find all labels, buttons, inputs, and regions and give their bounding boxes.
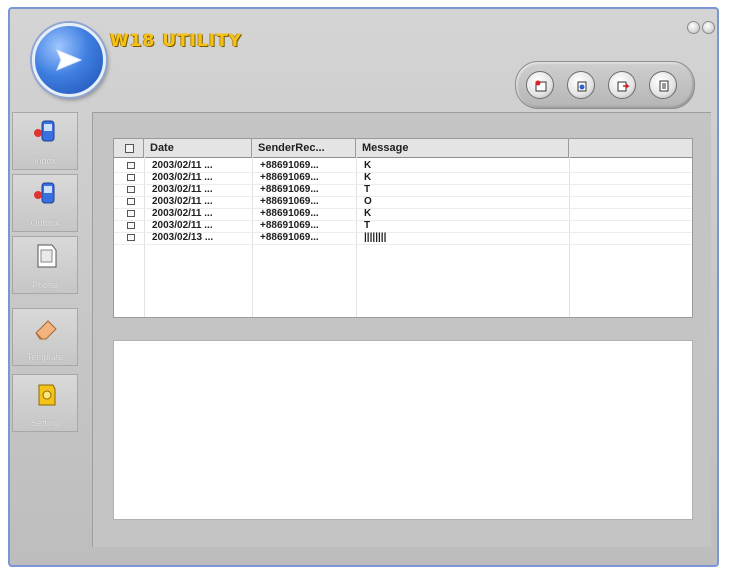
column-header-message[interactable]: Message <box>356 139 569 157</box>
message-icon <box>127 174 135 181</box>
cell-date: 2003/02/13 ... <box>152 232 214 243</box>
cell-date: 2003/02/11 ... <box>152 172 213 183</box>
message-list[interactable]: Date SenderRec... Message 2003/02/11 ...… <box>113 138 693 318</box>
column-icon <box>125 144 134 153</box>
column-header-sender[interactable]: SenderRec... <box>252 139 356 157</box>
sidebar-item-template[interactable]: Template <box>12 308 78 366</box>
close-icon[interactable] <box>702 21 715 34</box>
cell-sender: +88691069... <box>260 172 319 183</box>
cell-message: O <box>364 196 372 207</box>
sidebar-item-outbox[interactable]: Outbox <box>12 174 78 232</box>
message-icon <box>127 210 135 217</box>
cell-date: 2003/02/11 ... <box>152 220 213 231</box>
cell-date: 2003/02/11 ... <box>152 208 213 219</box>
toolbar <box>515 61 695 109</box>
column-header-empty <box>569 139 692 157</box>
sidebar-item-label: Setting <box>30 418 60 428</box>
cell-date: 2003/02/11 ... <box>152 196 213 207</box>
cell-message: K <box>364 208 372 219</box>
cell-sender: +88691069... <box>260 196 319 207</box>
phone-icon <box>37 244 57 268</box>
sidebar-item-label: Outbox <box>30 218 60 228</box>
sidebar-item-label: Template <box>26 352 64 362</box>
cell-message: K <box>364 172 372 183</box>
list-header: Date SenderRec... Message <box>114 139 692 158</box>
sidebar-item-phone[interactable]: Phone <box>12 236 78 294</box>
inbox-icon <box>34 120 55 142</box>
sidebar-item-setting[interactable]: Setting <box>12 374 78 432</box>
message-icon <box>127 162 135 169</box>
message-envelope-icon[interactable] <box>32 23 106 97</box>
cell-sender: +88691069... <box>260 232 319 243</box>
column-header-date[interactable]: Date <box>144 139 252 157</box>
new-message-button[interactable] <box>526 71 554 99</box>
forward-button[interactable] <box>608 71 636 99</box>
sidebar: Inbox Outbox Phone Template Setting <box>12 112 82 537</box>
table-row[interactable]: 2003/02/13 ... +88691069... |||||||| <box>114 232 692 245</box>
delete-button[interactable] <box>649 71 677 99</box>
cell-message: T <box>364 220 371 231</box>
sidebar-item-label: Inbox <box>33 156 57 166</box>
outbox-icon <box>34 182 55 204</box>
message-detail[interactable] <box>113 340 693 520</box>
message-icon <box>127 234 135 241</box>
cell-sender: +88691069... <box>260 160 319 171</box>
cell-sender: +88691069... <box>260 220 319 231</box>
reply-icon <box>577 81 587 92</box>
column-header-icon[interactable] <box>114 139 144 157</box>
eraser-icon <box>35 320 57 340</box>
message-icon <box>127 198 135 205</box>
cell-message: |||||||| <box>364 232 387 243</box>
reply-button[interactable] <box>567 71 595 99</box>
minimize-icon[interactable] <box>687 21 700 34</box>
sidebar-item-label: Phone <box>31 280 59 290</box>
cell-sender: +88691069... <box>260 208 319 219</box>
cell-message: T <box>364 184 371 195</box>
cell-message: K <box>364 160 372 171</box>
forward-icon <box>617 81 630 92</box>
new-message-icon <box>535 80 547 92</box>
settings-icon <box>38 384 56 406</box>
delete-icon <box>659 80 669 92</box>
cell-date: 2003/02/11 ... <box>152 160 213 171</box>
message-icon <box>127 222 135 229</box>
cell-date: 2003/02/11 ... <box>152 184 213 195</box>
sidebar-item-inbox[interactable]: Inbox <box>12 112 78 170</box>
app-title: W18 UTILITY <box>110 31 243 51</box>
message-icon <box>127 186 135 193</box>
cell-sender: +88691069... <box>260 184 319 195</box>
